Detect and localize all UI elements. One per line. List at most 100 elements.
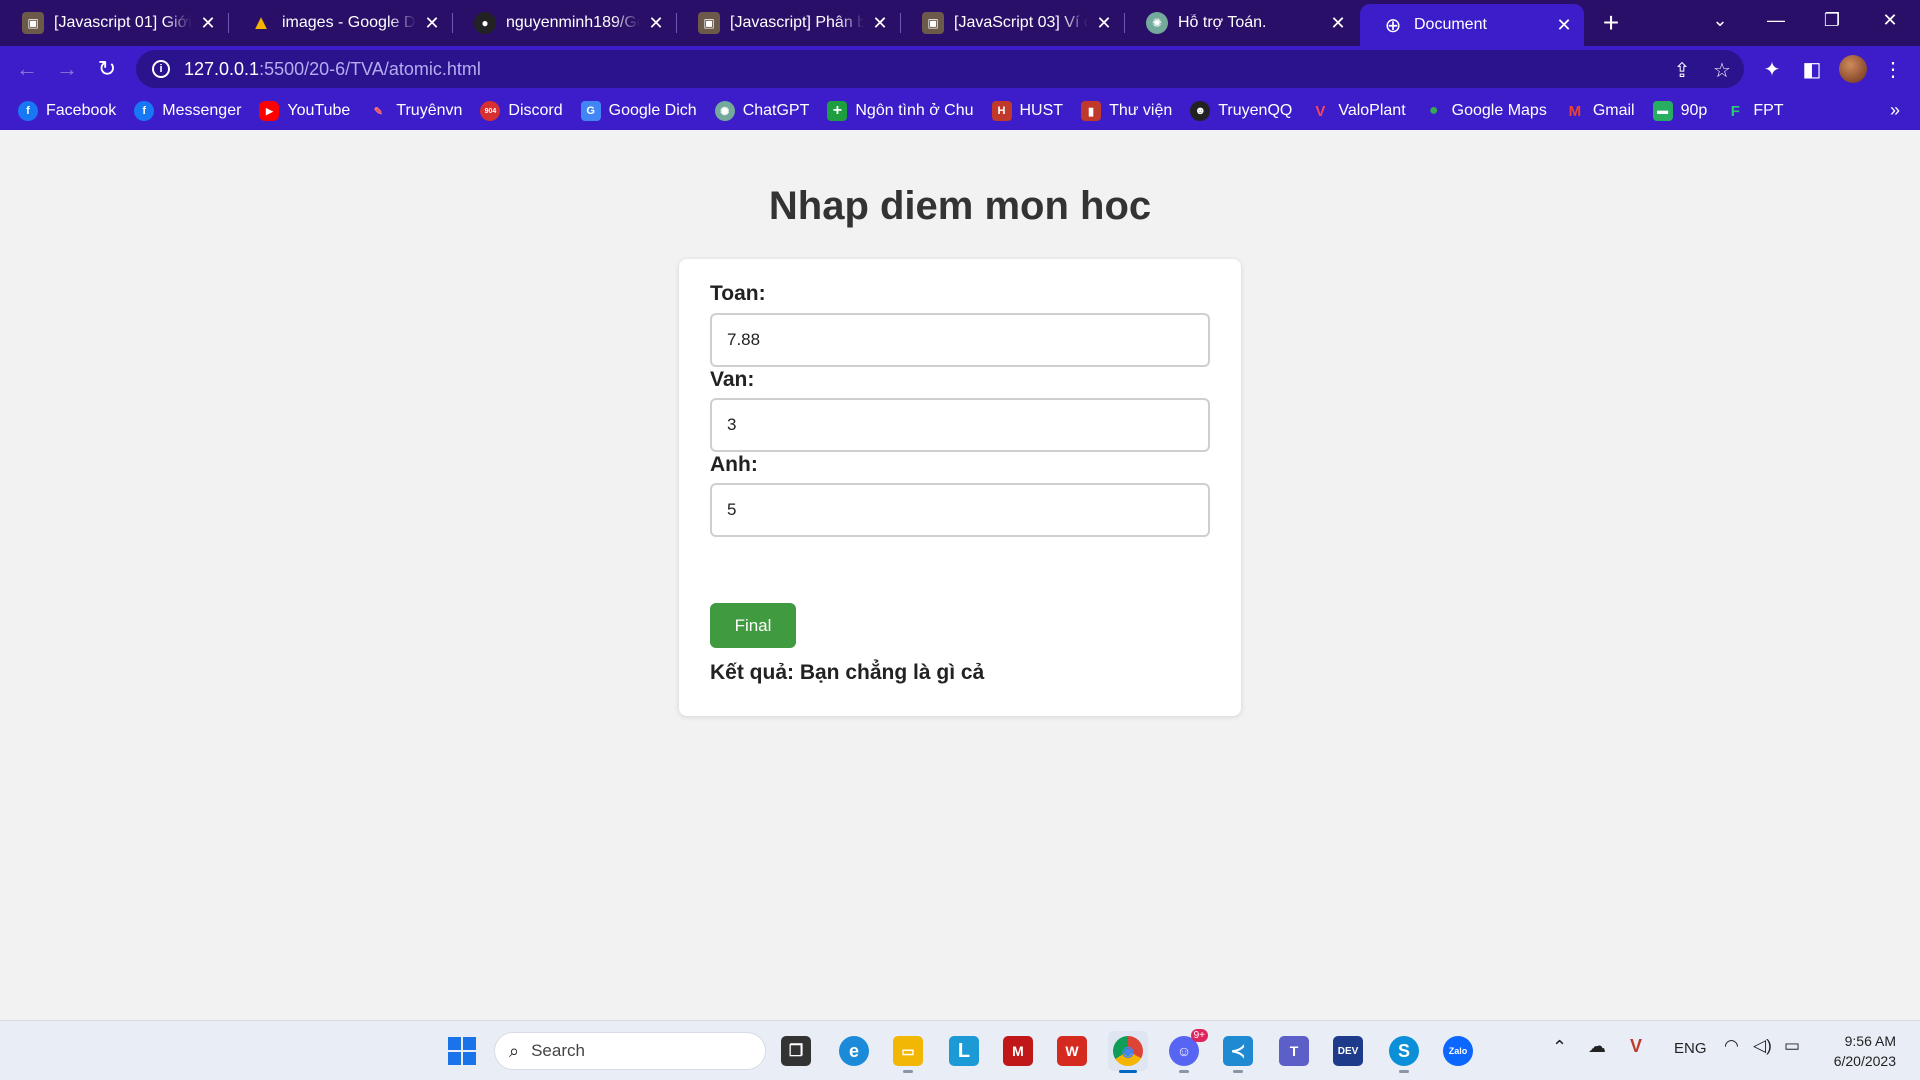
taskbar: ⌕ Search ❐ e ▭ L M W ◉ ☺ 9+ ≺ T DEV S Za… (0, 1020, 1920, 1080)
toan-label: Toan: (710, 282, 766, 305)
battery-icon[interactable]: ▭ (1784, 1036, 1800, 1056)
site-info-icon[interactable]: i (152, 60, 170, 78)
task-view-button[interactable]: ❐ (776, 1031, 816, 1071)
bookmark-ngon-tinh[interactable]: + Ngôn tình ở Chu (827, 101, 974, 121)
close-tab-icon[interactable]: ✕ (1094, 13, 1114, 33)
mcafee-icon: M (1003, 1036, 1033, 1066)
menu-icon[interactable]: ⋮ (1878, 54, 1908, 84)
tab-search-chevron-icon[interactable]: ⌄ (1692, 0, 1748, 40)
zalo-button[interactable]: Zalo (1438, 1031, 1478, 1071)
tab[interactable]: ▲ images - Google Drive ✕ (228, 0, 452, 46)
bookmark-truyenvn[interactable]: ✎ Truyênvn (368, 101, 463, 121)
bookmark-label: Discord (508, 102, 563, 119)
mcafee-button[interactable]: M (998, 1031, 1038, 1071)
extensions-icon[interactable]: ✦ (1757, 54, 1787, 84)
bookmark-label: FPT (1753, 102, 1784, 119)
lingoes-button[interactable]: L (944, 1031, 984, 1071)
tab-title: [Javascript] Phân biệt (730, 14, 864, 31)
new-tab-button[interactable]: + (1596, 7, 1626, 38)
language-indicator[interactable]: ENG (1674, 1040, 1707, 1057)
close-tab-icon[interactable]: ✕ (1554, 15, 1574, 35)
profile-avatar[interactable] (1838, 54, 1868, 84)
close-tab-icon[interactable]: ✕ (870, 13, 890, 33)
image-favicon-icon: ▣ (922, 12, 944, 34)
vscode-icon: ≺ (1223, 1036, 1253, 1066)
show-hidden-icons-chevron-icon[interactable]: ⌃ (1552, 1037, 1567, 1058)
minimize-button[interactable]: — (1748, 0, 1804, 40)
toan-input[interactable] (710, 313, 1210, 367)
tab[interactable]: ▣ [Javascript] Phân biệt ✕ (676, 0, 900, 46)
bookmark-google-maps[interactable]: ● Google Maps (1424, 101, 1547, 121)
close-tab-icon[interactable]: ✕ (198, 13, 218, 33)
close-tab-icon[interactable]: ✕ (1328, 13, 1348, 33)
youtube-icon: ▶ (259, 101, 280, 121)
bookmark-facebook[interactable]: f Facebook (18, 101, 116, 121)
onedrive-icon[interactable]: ☁ (1588, 1036, 1606, 1057)
anh-label: Anh: (710, 453, 758, 476)
wifi-icon[interactable]: ◠ (1724, 1036, 1739, 1056)
tab[interactable]: ▣ [Javascript 01] Giới thiệu ✕ (0, 0, 228, 46)
reload-button[interactable]: ↻ (90, 52, 124, 86)
bookmarks-overflow-icon[interactable]: » (1890, 100, 1900, 121)
edge-button[interactable]: e (834, 1031, 874, 1071)
anh-input[interactable] (710, 483, 1210, 537)
forward-button[interactable]: → (50, 52, 84, 86)
bookmark-chatgpt[interactable]: ✺ ChatGPT (714, 101, 809, 121)
van-input[interactable] (710, 398, 1210, 452)
windows-start-icon (448, 1037, 476, 1065)
bookmark-gmail[interactable]: M Gmail (1565, 101, 1635, 121)
bookmark-truyenqq[interactable]: ☻ TruyenQQ (1190, 101, 1292, 121)
side-panel-icon[interactable]: ◧ (1797, 54, 1827, 84)
close-tab-icon[interactable]: ✕ (646, 13, 666, 33)
edge-icon: e (839, 1036, 869, 1066)
chatgpt-icon: ✺ (1146, 12, 1168, 34)
devcpp-button[interactable]: DEV (1328, 1031, 1368, 1071)
vscode-button[interactable]: ≺ (1218, 1031, 1258, 1073)
hust-icon: H (991, 101, 1012, 121)
gmail-icon: M (1568, 102, 1582, 120)
bookmark-fpt[interactable]: F FPT (1725, 101, 1784, 121)
address-bar[interactable]: i 127.0.0.1:5500/20-6/TVA/atomic.html (136, 50, 1744, 88)
bookmark-google-dich[interactable]: G Google Dich (580, 101, 697, 121)
close-window-button[interactable]: ✕ (1862, 0, 1918, 40)
final-button[interactable]: Final (710, 603, 796, 648)
chrome-icon: ◉ (1113, 1036, 1143, 1066)
bookmark-messenger[interactable]: f Messenger (134, 101, 241, 121)
vietkey-icon[interactable]: V (1630, 1036, 1642, 1057)
tab[interactable]: ▣ [JavaScript 03] Ví dụ về ✕ (900, 0, 1124, 46)
bookmark-thu-vien[interactable]: ▮ Thư viện (1081, 101, 1172, 121)
tab-active[interactable]: ⊕ Document ✕ (1360, 4, 1584, 46)
truyenqq-icon: ☻ (1190, 101, 1211, 121)
restore-button[interactable]: ❐ (1804, 0, 1860, 40)
file-explorer-button[interactable]: ▭ (888, 1031, 928, 1073)
close-tab-icon[interactable]: ✕ (422, 13, 442, 33)
wps-button[interactable]: W (1052, 1031, 1092, 1071)
bookmark-youtube[interactable]: ▶ YouTube (259, 101, 350, 121)
bookmark-valoplant[interactable]: V ValoPlant (1310, 101, 1405, 121)
system-clock[interactable]: 9:56 AM 6/20/2023 (1834, 1031, 1896, 1071)
bookmark-label: HUST (1019, 102, 1064, 119)
bookmark-hust[interactable]: H HUST (991, 101, 1064, 121)
taskbar-search[interactable]: ⌕ Search (494, 1032, 766, 1070)
facebook-icon: f (18, 101, 38, 121)
share-icon[interactable]: ⇪ (1670, 58, 1694, 82)
page-content: Nhap diem mon hoc Toan: Van: Anh: Final … (0, 130, 1920, 1020)
running-indicator (1179, 1070, 1189, 1073)
start-button[interactable] (442, 1031, 482, 1071)
skype-button[interactable]: S (1384, 1031, 1424, 1073)
bookmark-star-icon[interactable]: ☆ (1710, 58, 1734, 82)
tab[interactable]: ● nguyenminh189/Google ✕ (452, 0, 676, 46)
zalo-icon: Zalo (1443, 1036, 1473, 1066)
tab-title: Hỗ trợ Toán. (1178, 14, 1267, 31)
volume-icon[interactable]: ◁) (1753, 1036, 1772, 1056)
teams-button[interactable]: T (1274, 1031, 1314, 1071)
bookmark-90p[interactable]: ▬ 90p (1652, 101, 1707, 121)
discord-button[interactable]: ☺ 9+ (1164, 1029, 1208, 1073)
tab-title: [JavaScript 03] Ví dụ về (954, 14, 1088, 31)
lingoes-icon: L (949, 1036, 979, 1066)
back-button[interactable]: ← (10, 52, 44, 86)
bookmark-discord[interactable]: 904 Discord (480, 101, 563, 121)
chrome-button[interactable]: ◉ (1108, 1031, 1148, 1073)
discord-badge: 9+ (1190, 1029, 1208, 1042)
tab[interactable]: ✺ Hỗ trợ Toán. ✕ (1124, 0, 1358, 46)
